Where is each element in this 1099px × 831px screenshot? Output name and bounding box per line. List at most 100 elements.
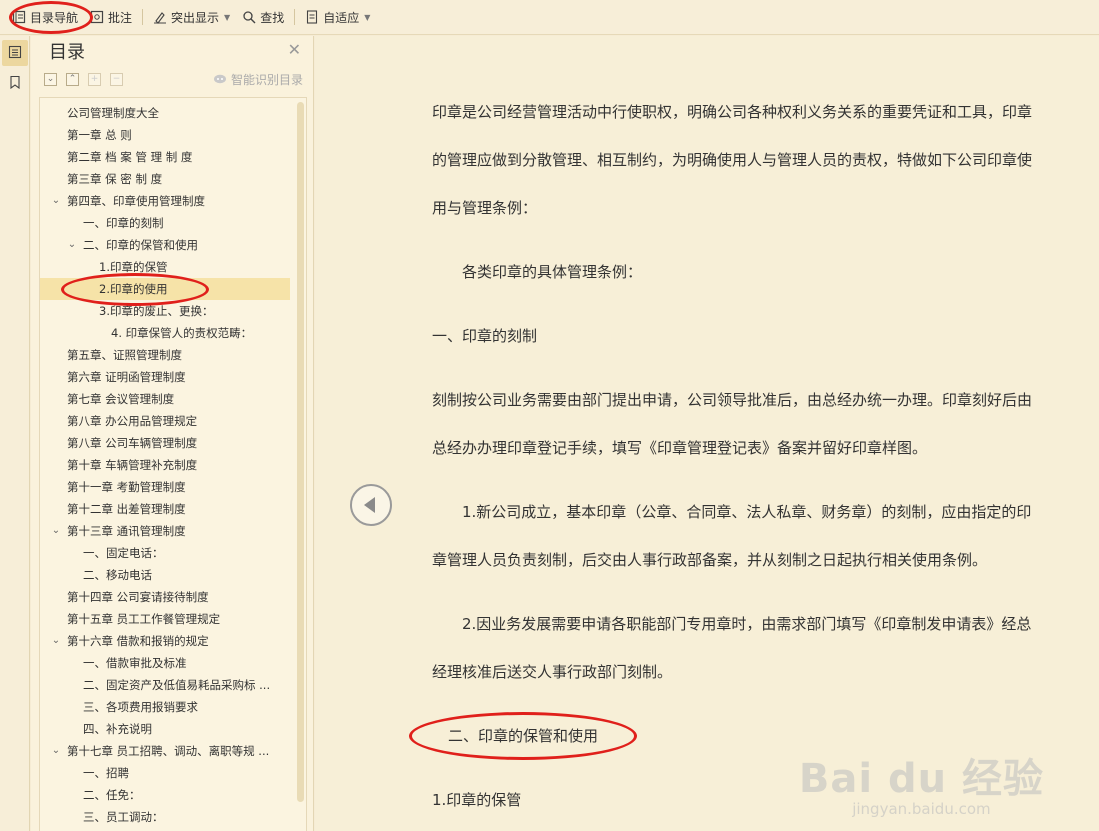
toc-item[interactable]: ⌄ 二、印章的保管和使用 <box>40 234 290 256</box>
chevron-down-icon[interactable]: ⌄ <box>66 234 78 256</box>
toc-item[interactable]: 二、固定资产及低值易耗品采购标 ... <box>40 674 290 696</box>
annotate-button[interactable]: 批注 <box>84 4 138 30</box>
toc-item-label: 2.印章的使用 <box>99 282 168 296</box>
toc-item[interactable]: 第十二章 出差管理制度 <box>40 498 290 520</box>
toc-item[interactable]: 一、印章的刻制 <box>40 212 290 234</box>
doc-nav-icon <box>12 10 26 24</box>
doc-paragraph: 的管理应做到分散管理、相互制约，为明确使用人与管理人员的责权，特做如下公司印章使 <box>432 151 1033 169</box>
toc-item-label: 三、员工调动： <box>83 810 164 824</box>
doc-paragraph: 用与管理条例： <box>432 199 538 217</box>
doc-paragraph: 各类印章的具体管理条例： <box>462 263 643 281</box>
doc-paragraph: 总经办办理印章登记手续，填写《印章管理登记表》备案并留好印章样图。 <box>432 439 928 457</box>
highlight-label: 突出显示 <box>171 10 220 25</box>
watermark-logo: Bai du 经验 <box>798 756 1044 802</box>
doc-paragraph: 章管理人员负责刻制，后交由人事行政部备案，并从刻制之日起执行相关使用条例。 <box>432 551 988 569</box>
toc-header: 目录 ✕ <box>31 36 313 66</box>
toc-item-label: 第六章 证明函管理制度 <box>67 370 186 384</box>
toc-item[interactable]: 二、任免： <box>40 784 290 806</box>
bookmark-tab[interactable] <box>2 70 28 96</box>
side-rail <box>0 36 30 831</box>
toc-item-label: 第三章 保 密 制 度 <box>67 172 163 186</box>
toc-item[interactable]: 3.印章的废止、更换： <box>40 300 290 322</box>
doc-nav-button[interactable]: 目录导航 <box>6 4 84 30</box>
doc-heading: 一、印章的刻制 <box>432 327 538 345</box>
toc-item[interactable]: ⌄ 第十六章 借款和报销的规定 <box>40 630 290 652</box>
doc-paragraph: 印章是公司经营管理活动中行使职权，明确公司各种权利义务关系的重要凭证和工具，印章 <box>432 103 1033 121</box>
doc-paragraph: 刻制按公司业务需要由部门提出申请，公司领导批准后，由总经办统一办理。印章刻好后由 <box>432 391 1033 409</box>
add-entry-icon[interactable]: + <box>88 72 101 86</box>
toc-item-label: 第十章 车辆管理补充制度 <box>67 458 198 472</box>
toc-item[interactable]: 第六章 证明函管理制度 <box>40 366 290 388</box>
fit-label: 自适应 <box>323 10 360 25</box>
toc-item[interactable]: 第十一章 考勤管理制度 <box>40 476 290 498</box>
find-button[interactable]: 查找 <box>236 4 290 30</box>
toc-item[interactable]: ⌄ 第十七章 员工招聘、调动、离职等规 ... <box>40 740 290 762</box>
toc-item[interactable]: ⌄ 第四章、印章使用管理制度 <box>40 190 290 212</box>
toc-item[interactable]: 第十五章 员工工作餐管理规定 <box>40 608 290 630</box>
toc-scrollbar[interactable] <box>297 102 304 802</box>
doc-paragraph: 1.新公司成立，基本印章（公章、合同章、法人私章、财务章）的刻制，应由指定的印 <box>462 503 1032 521</box>
toc-item-label: 二、固定资产及低值易耗品采购标 ... <box>83 678 271 692</box>
annotate-label: 批注 <box>108 10 133 25</box>
toc-item[interactable]: 第八章 公司车辆管理制度 <box>40 432 290 454</box>
chevron-down-icon: ▼ <box>364 12 371 22</box>
toc-item[interactable]: 公司管理制度大全 <box>40 102 290 124</box>
toc-item-label: 一、固定电话： <box>83 546 164 560</box>
toc-item[interactable]: 第八章 办公用品管理规定 <box>40 410 290 432</box>
toc-item[interactable]: 第一章 总 则 <box>40 124 290 146</box>
toc-item-label: 二、任免： <box>83 788 141 802</box>
toc-item[interactable]: 第七章 会议管理制度 <box>40 388 290 410</box>
toc-item-label: 二、印章的保管和使用 <box>83 238 198 252</box>
fit-page-icon <box>305 10 319 24</box>
toc-item-label: 第十二章 出差管理制度 <box>67 502 186 516</box>
toc-item[interactable]: 第十章 车辆管理补充制度 <box>40 454 290 476</box>
toc-item-label: 第八章 公司车辆管理制度 <box>67 436 198 450</box>
collapse-all-icon[interactable]: ⌃ <box>66 72 79 86</box>
expand-all-icon[interactable]: ⌄ <box>44 72 57 86</box>
toc-tab[interactable] <box>2 40 28 66</box>
smart-toc-icon <box>213 73 227 87</box>
highlight-button[interactable]: 突出显示 ▼ <box>147 4 236 30</box>
toc-item[interactable]: 4. 印章保管人的责权范畴： <box>40 322 290 344</box>
toc-item[interactable]: 1.印章的保管 <box>40 256 290 278</box>
toc-title: 目录 <box>49 42 85 63</box>
annotate-icon <box>90 10 104 24</box>
prev-page-button[interactable] <box>350 484 392 526</box>
toc-item[interactable]: 第三章 保 密 制 度 <box>40 168 290 190</box>
toc-item-label: 第十七章 员工招聘、调动、离职等规 ... <box>67 744 270 758</box>
smart-toc-button[interactable]: 智能识别目录 <box>213 71 303 88</box>
toc-item[interactable]: 第十四章 公司宴请接待制度 <box>40 586 290 608</box>
fit-button[interactable]: 自适应 ▼ <box>299 4 376 30</box>
close-icon[interactable]: ✕ <box>288 40 301 59</box>
toc-tree-container: 公司管理制度大全第一章 总 则第二章 档 案 管 理 制 度第三章 保 密 制 … <box>39 97 307 831</box>
doc-heading: 二、印章的保管和使用 <box>448 727 599 745</box>
toc-item[interactable]: 三、员工调动： <box>40 806 290 828</box>
baidu-watermark: Bai du 经验 jingyan.baidu.com <box>799 746 1044 818</box>
toc-item-label: 四、补充说明 <box>83 722 152 736</box>
chevron-down-icon[interactable]: ⌄ <box>50 190 62 212</box>
smart-toc-label: 智能识别目录 <box>230 73 303 87</box>
toolbar-divider <box>294 9 296 25</box>
toc-item-label: 一、招聘 <box>83 766 129 780</box>
toc-item-label: 第十五章 员工工作餐管理规定 <box>67 612 221 626</box>
toc-item[interactable]: 一、固定电话： <box>40 542 290 564</box>
chevron-down-icon: ▼ <box>224 12 231 22</box>
chevron-down-icon[interactable]: ⌄ <box>50 740 62 762</box>
toc-item[interactable]: 2.印章的使用 <box>40 278 290 300</box>
toc-panel: 目录 ✕ ⌄ ⌃ + − 智能识别目录 公司管理制度大全第一章 总 则第二章 档… <box>31 36 314 831</box>
chevron-down-icon[interactable]: ⌄ <box>50 630 62 652</box>
chevron-down-icon[interactable]: ⌄ <box>50 520 62 542</box>
toc-item[interactable]: 二、移动电话 <box>40 564 290 586</box>
toc-item-label: 第一章 总 则 <box>67 128 132 142</box>
toc-item[interactable]: ⌄ 第十三章 通讯管理制度 <box>40 520 290 542</box>
toc-item[interactable]: 四、补充说明 <box>40 718 290 740</box>
toc-item-label: 第四章、印章使用管理制度 <box>67 194 205 208</box>
toc-item[interactable]: 第五章、证照管理制度 <box>40 344 290 366</box>
toc-item-label: 二、移动电话 <box>83 568 152 582</box>
remove-entry-icon[interactable]: − <box>110 72 123 86</box>
toc-item[interactable]: 一、招聘 <box>40 762 290 784</box>
toc-item-label: 1.印章的保管 <box>99 260 168 274</box>
toc-item[interactable]: 三、各项费用报销要求 <box>40 696 290 718</box>
toc-item[interactable]: 一、借款审批及标准 <box>40 652 290 674</box>
toc-item[interactable]: 第二章 档 案 管 理 制 度 <box>40 146 290 168</box>
